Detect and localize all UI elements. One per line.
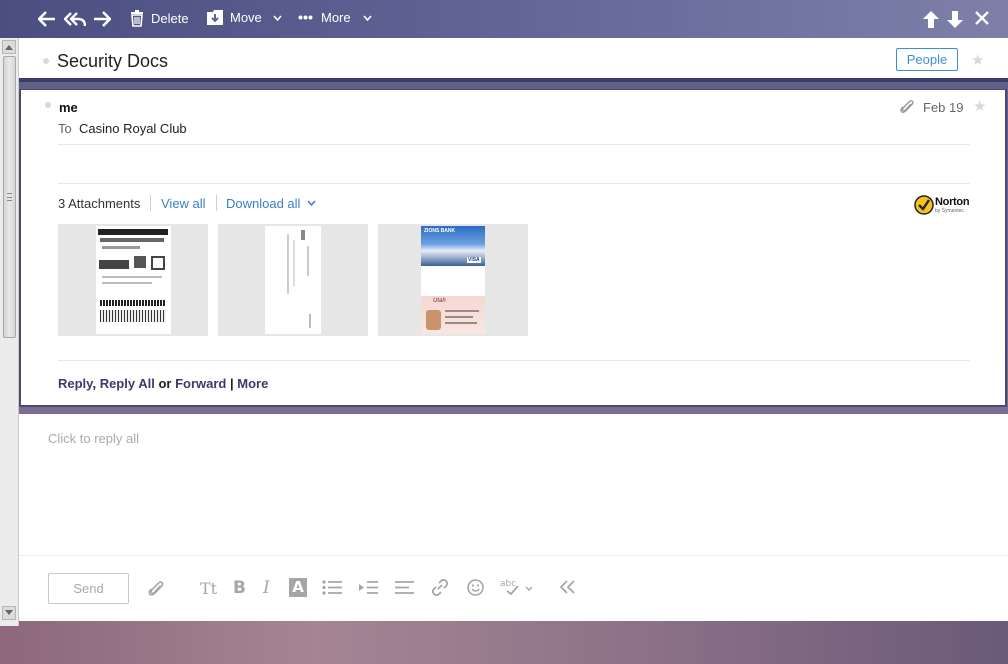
vertical-scrollbar[interactable]	[0, 38, 19, 626]
message-date: Feb 19	[923, 100, 964, 115]
text-color-button[interactable]: A	[289, 578, 307, 597]
recipient-name[interactable]: Casino Royal Club	[79, 121, 187, 136]
norton-check-icon	[914, 195, 934, 215]
chevron-down-icon	[363, 14, 372, 21]
reply-all-link[interactable]: Reply All	[100, 376, 155, 391]
next-message-icon[interactable]	[947, 11, 963, 28]
reply-all-icon[interactable]	[64, 11, 86, 27]
scrollbar-thumb[interactable]	[3, 56, 16, 338]
reply-area[interactable]: Click to reply all	[19, 414, 1008, 555]
subject-title: Security Docs	[57, 51, 169, 71]
move-to-folder-icon	[207, 10, 223, 25]
delete-label: Delete	[151, 11, 189, 26]
more-button[interactable]: More	[298, 10, 372, 25]
scroll-down-arrow[interactable]	[2, 606, 16, 620]
chevron-down-icon	[273, 14, 282, 21]
attachment-count: 3 Attachments	[58, 196, 141, 211]
download-all-link[interactable]: Download all	[226, 196, 316, 211]
more-label: More	[321, 10, 351, 25]
unread-dot-icon	[43, 58, 49, 64]
message-card: me To Casino Royal Club Feb 19 ★ 3 Attac…	[19, 89, 1007, 407]
more-actions-link[interactable]: More	[237, 376, 268, 391]
indent-icon[interactable]	[359, 580, 378, 595]
divider	[58, 360, 970, 361]
download-all-label: Download all	[226, 196, 301, 211]
bullet-list-icon[interactable]	[322, 580, 342, 595]
scrollbar-grip	[7, 193, 12, 201]
move-button[interactable]: Move	[207, 10, 282, 25]
subject-header: Security Docs People ★	[19, 38, 1008, 82]
bank-name: ZIONS BANK	[424, 228, 456, 234]
reply-link[interactable]: Reply	[58, 376, 92, 391]
bold-button[interactable]: B	[233, 578, 246, 598]
attachment-thumbnail-2[interactable]	[218, 224, 368, 336]
document-page	[265, 226, 321, 334]
background-wallpaper	[0, 626, 19, 664]
previous-message-icon[interactable]	[923, 11, 939, 28]
close-icon[interactable]	[975, 11, 989, 25]
attachment-thumbnail-1[interactable]	[58, 224, 208, 336]
people-button[interactable]: People	[896, 48, 958, 71]
attach-paperclip-icon[interactable]	[148, 580, 164, 598]
document-page	[96, 226, 171, 334]
paperclip-icon	[900, 99, 914, 120]
norton-brand: Norton	[935, 196, 970, 208]
norton-sub: by Symantec	[935, 208, 964, 214]
ellipsis-icon	[298, 15, 313, 20]
forward-link[interactable]: Forward	[175, 376, 226, 391]
move-label: Move	[230, 10, 262, 25]
view-all-link[interactable]: View all	[161, 196, 206, 211]
forward-arrow-icon[interactable]	[93, 11, 111, 27]
spellcheck-icon[interactable]	[500, 583, 532, 595]
id-state: Utah	[433, 298, 446, 304]
collapse-toolbar-icon[interactable]	[559, 580, 575, 594]
message-toolbar: Delete Move More	[0, 0, 1008, 38]
card-network: VISA	[467, 257, 481, 263]
divider	[58, 183, 970, 184]
star-icon[interactable]: ★	[971, 53, 984, 68]
emoji-icon[interactable]	[467, 579, 484, 596]
separator	[150, 195, 151, 211]
delete-button[interactable]: Delete	[130, 10, 189, 27]
reply-placeholder[interactable]: Click to reply all	[48, 431, 139, 446]
send-button[interactable]: Send	[48, 573, 129, 604]
italic-button[interactable]: I	[263, 578, 270, 598]
norton-badge: Norton by Symantec	[913, 193, 971, 217]
document-page: ZIONS BANK VISA Utah	[421, 226, 485, 334]
message-dot-icon	[45, 102, 51, 108]
text-size-button[interactable]: Tt	[200, 579, 217, 598]
compose-toolbar: Send Tt B I A abc	[19, 555, 1008, 621]
sender-name[interactable]: me	[59, 100, 78, 115]
star-icon[interactable]: ★	[973, 99, 986, 114]
comma-text: ,	[92, 376, 97, 391]
separator	[216, 195, 217, 211]
align-left-icon[interactable]	[395, 580, 414, 595]
message-actions: Reply, Reply All or Forward | More	[58, 376, 268, 391]
or-text: or	[158, 376, 172, 391]
to-label: To	[58, 121, 72, 136]
divider	[58, 144, 970, 145]
link-icon[interactable]	[431, 579, 449, 596]
pipe-text: |	[230, 376, 234, 391]
scroll-up-arrow[interactable]	[2, 40, 16, 54]
attachment-thumbnail-3[interactable]: ZIONS BANK VISA Utah	[378, 224, 528, 336]
chevron-down-icon	[307, 200, 316, 207]
trash-icon	[131, 10, 143, 27]
background-wallpaper	[19, 621, 1008, 664]
back-arrow-icon[interactable]	[38, 11, 56, 27]
